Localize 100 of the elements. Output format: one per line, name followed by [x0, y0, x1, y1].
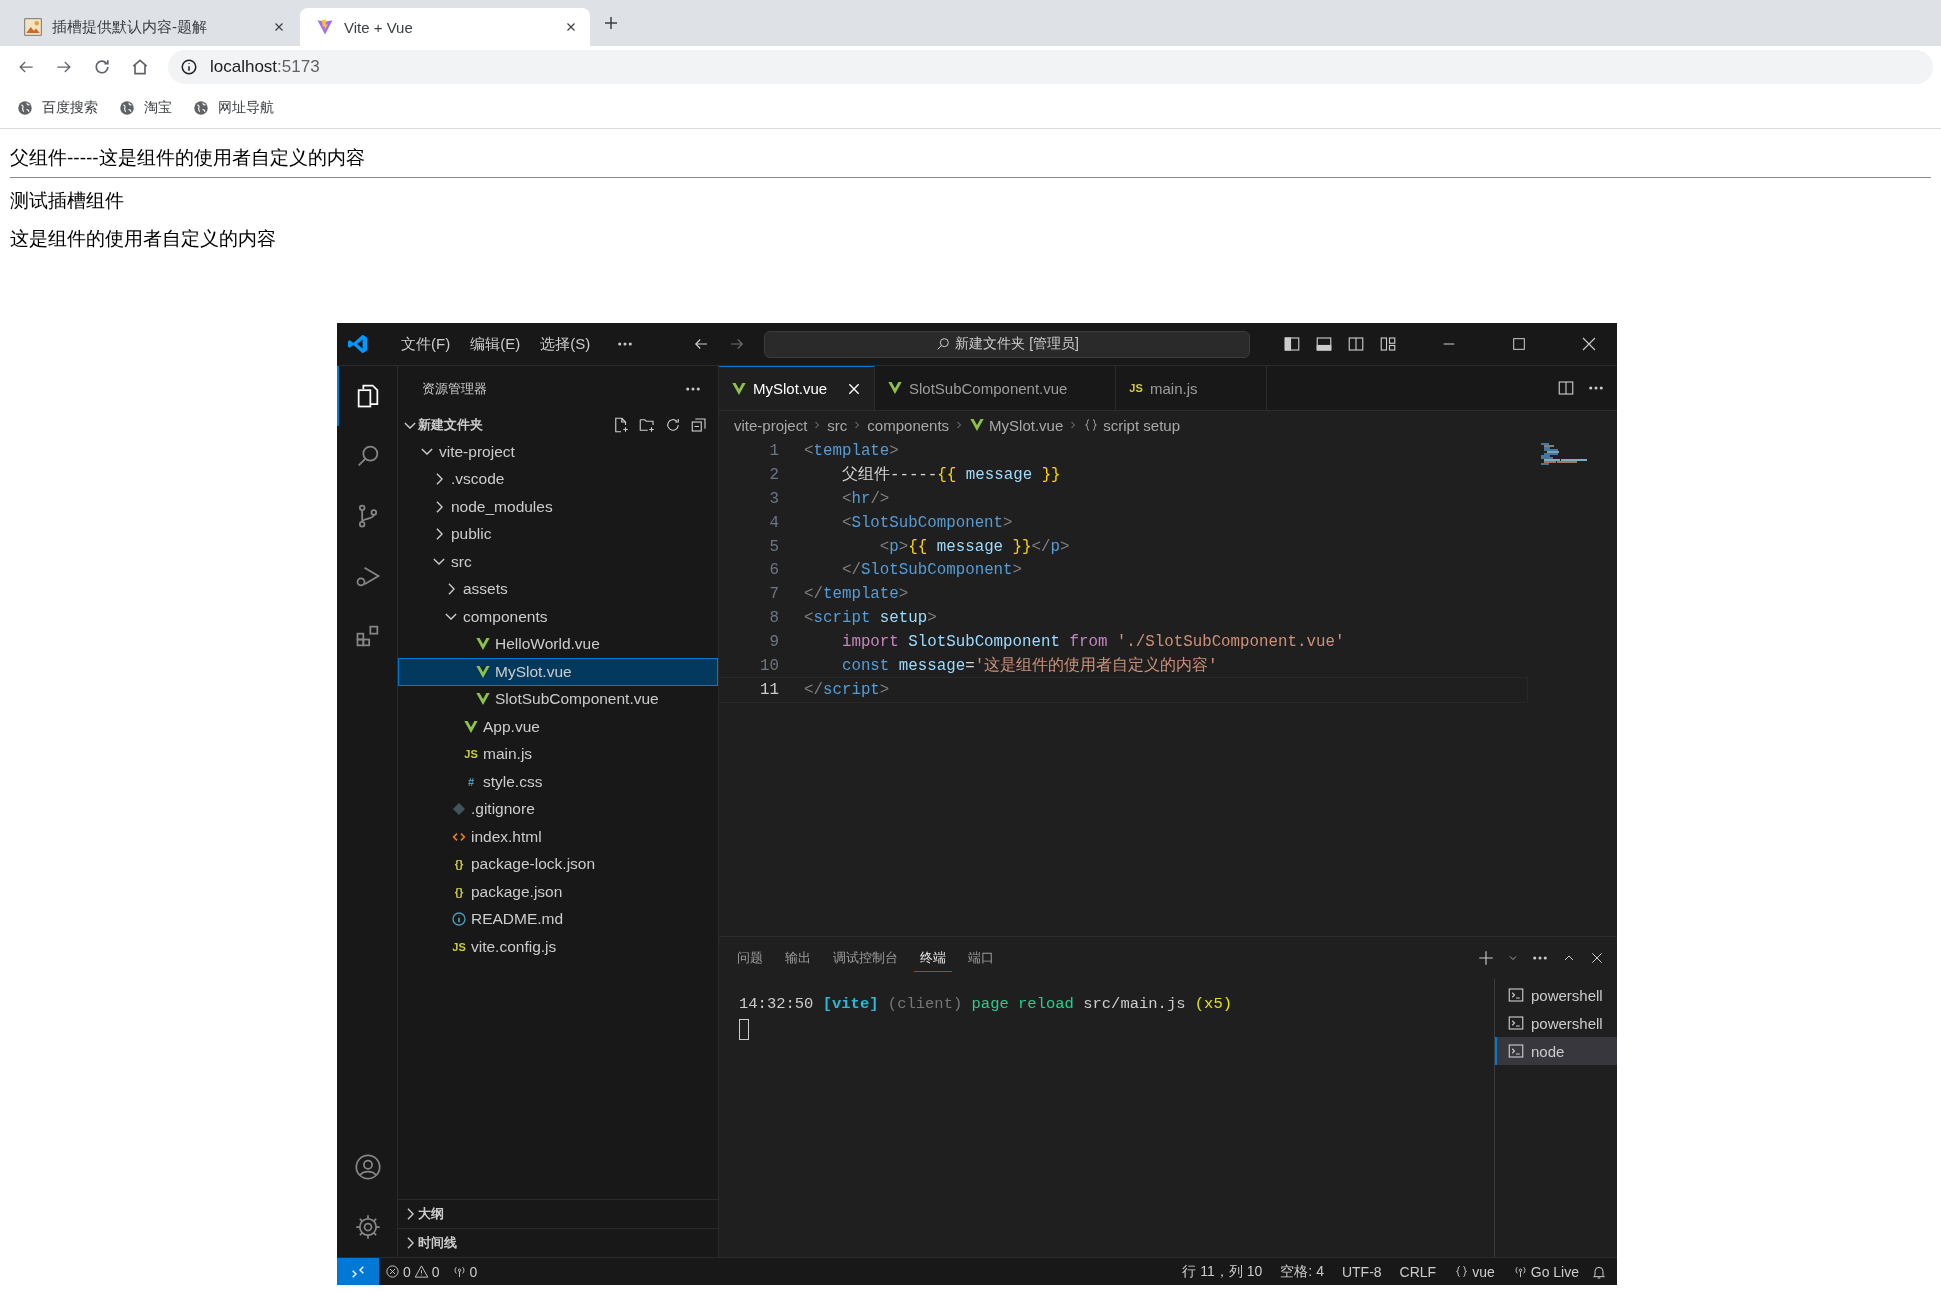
line-number: 5 — [768, 537, 779, 556]
close-icon[interactable] — [1580, 335, 1598, 353]
globe-icon — [192, 99, 210, 117]
new-file-icon[interactable] — [612, 416, 630, 434]
problems-status[interactable]: 0 0 — [379, 1263, 446, 1280]
code-line: </SlotSubComponent> — [840, 561, 1023, 580]
breadcrumb-item[interactable]: src — [827, 416, 848, 434]
code-line: <hr/> — [840, 489, 890, 508]
maximize-icon[interactable] — [1511, 336, 1527, 352]
folder-item[interactable]: .vscode — [398, 465, 718, 493]
breadcrumb-item[interactable]: vite-project — [734, 416, 808, 434]
browser-tab[interactable]: Vite + Vue — [300, 8, 590, 46]
chevron-right-icon — [447, 583, 455, 596]
menu-item[interactable]: 编辑(E) — [462, 330, 529, 358]
file-item[interactable]: JS vite.config.js — [398, 933, 718, 961]
code-line: 父组件-----{{ message }} — [840, 465, 1061, 486]
bookmark-link[interactable]: 网址导航 — [192, 99, 274, 117]
panel-tab[interactable]: 调试控制台 — [827, 944, 904, 972]
line-number: 9 — [768, 633, 779, 652]
terminal-item[interactable]: node — [1495, 1037, 1617, 1065]
folder-item[interactable]: vite-project — [398, 438, 718, 466]
status-item[interactable]: CRLF — [1393, 1263, 1443, 1280]
file-item[interactable]: MySlot.vue — [398, 658, 718, 686]
sidebar-toggle-icon[interactable] — [1283, 335, 1301, 353]
code-line: <template> — [804, 441, 899, 460]
refresh-icon[interactable] — [664, 416, 682, 434]
account-icon[interactable] — [354, 1153, 382, 1181]
status-item[interactable]: Go Live — [1506, 1263, 1585, 1280]
breadcrumb-item[interactable]: MySlot.vue — [989, 416, 1064, 434]
code-line: <script setup> — [804, 609, 937, 628]
new-tab-icon[interactable] — [602, 14, 620, 32]
file-item[interactable]: SlotSubComponent.vue — [398, 685, 718, 713]
split-editor-icon[interactable] — [1557, 379, 1575, 397]
close-icon[interactable] — [1589, 950, 1605, 966]
chevron-down-icon — [445, 613, 457, 621]
file-type-icon: JS — [463, 748, 479, 761]
vue-file-icon — [969, 417, 986, 433]
file-item[interactable]: App.vue — [398, 713, 718, 741]
address-bar[interactable]: localhost:5173 — [168, 50, 1933, 84]
page-text: 测试插槽组件 — [10, 189, 125, 213]
terminal-icon — [1507, 1014, 1525, 1032]
home-icon[interactable] — [130, 57, 150, 77]
folder-item[interactable]: src — [398, 548, 718, 576]
info-icon — [180, 58, 198, 76]
ports-status[interactable]: 0 — [445, 1263, 484, 1280]
globe-icon — [16, 99, 34, 117]
terminal-cursor — [739, 1019, 749, 1040]
menu-item[interactable]: 文件(F) — [393, 330, 459, 358]
folder-item[interactable]: components — [398, 603, 718, 631]
bookmark-link[interactable]: 淘宝 — [118, 99, 172, 117]
status-item[interactable]: 空格: 4 — [1274, 1262, 1330, 1281]
add-icon[interactable] — [1477, 949, 1495, 967]
bookmark-link[interactable]: 百度搜索 — [16, 99, 98, 117]
split-layout-icon[interactable] — [1347, 335, 1365, 353]
panel-tab[interactable]: 终端 — [914, 944, 952, 972]
status-item[interactable]: vue — [1448, 1263, 1501, 1280]
file-item[interactable]: index.html — [398, 823, 718, 851]
braces-icon — [1454, 1264, 1470, 1279]
panel-tab[interactable]: 输出 — [779, 944, 817, 972]
file-item[interactable]: HelloWorld.vue — [398, 630, 718, 658]
folder-header[interactable]: 新建文件夹 — [398, 412, 718, 438]
section-header[interactable]: 大纲 — [398, 1199, 718, 1228]
new-folder-icon[interactable] — [638, 416, 656, 434]
vue-file-icon — [731, 380, 747, 397]
file-type-icon: JS — [451, 940, 467, 953]
browser-tab[interactable]: 插槽提供默认内容-题解 — [8, 8, 298, 46]
file-item[interactable]: .gitignore — [398, 795, 718, 823]
layout-icon[interactable] — [1379, 335, 1397, 353]
settings-icon[interactable] — [354, 1213, 382, 1241]
collapse-all-icon[interactable] — [690, 416, 708, 434]
sidebar-title: 资源管理器 — [422, 380, 487, 398]
reload-icon[interactable] — [92, 57, 112, 77]
warning-icon — [413, 1264, 429, 1279]
chevron-right-icon — [435, 500, 443, 513]
file-item[interactable]: JS main.js — [398, 740, 718, 768]
chevron-right-icon — [406, 1237, 414, 1249]
status-item[interactable]: UTF-8 — [1335, 1263, 1388, 1280]
search-icon — [935, 336, 952, 352]
file-item[interactable]: {} package.json — [398, 878, 718, 906]
breadcrumb-item[interactable]: script setup — [1103, 416, 1180, 434]
editor-tab[interactable]: MySlot.vue — [719, 366, 875, 410]
vue-file-icon — [475, 663, 491, 680]
command-center[interactable]: 新建文件夹 [管理员] — [764, 330, 1251, 358]
folder-item[interactable]: public — [398, 520, 718, 548]
panel-toggle-icon[interactable] — [1315, 335, 1333, 353]
breadcrumb-item[interactable]: components — [867, 416, 950, 434]
folder-item[interactable]: node_modules — [398, 493, 718, 521]
file-item[interactable]: {} package-lock.json — [398, 850, 718, 878]
status-item[interactable]: 行 11，列 10 — [1176, 1262, 1269, 1281]
panel-tab[interactable]: 问题 — [731, 944, 769, 972]
file-type-icon: # — [463, 775, 479, 788]
folder-item[interactable]: assets — [398, 575, 718, 603]
code-line: </template> — [804, 585, 909, 604]
menu-item[interactable]: 选择(S) — [532, 330, 599, 358]
file-item[interactable]: # style.css — [398, 768, 718, 796]
panel-tab[interactable]: 端口 — [962, 944, 1000, 972]
file-item[interactable]: README.md — [398, 905, 718, 933]
line-number: 8 — [768, 609, 779, 628]
terminal-item[interactable]: powershell — [1495, 981, 1617, 1009]
terminal-item[interactable]: powershell — [1495, 1009, 1617, 1037]
